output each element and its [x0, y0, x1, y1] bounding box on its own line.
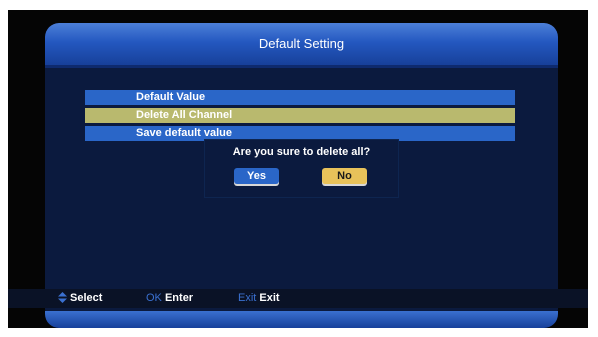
hint-select: Select	[58, 289, 102, 308]
settings-panel: Default Setting Default Value Delete All…	[45, 23, 558, 323]
hint-select-label: Select	[70, 292, 103, 304]
up-down-arrow-icon	[58, 292, 67, 303]
hint-ok-label: Enter	[164, 292, 194, 304]
hint-exit: Exit Exit	[238, 289, 280, 308]
confirm-dialog: Are you sure to delete all? Yes No	[204, 139, 399, 198]
menu-item-delete-all-channel[interactable]: Delete All Channel	[85, 108, 515, 123]
no-button[interactable]: No	[322, 168, 367, 184]
menu-item-default-value[interactable]: Default Value	[85, 90, 515, 105]
yes-button[interactable]: Yes	[234, 168, 279, 184]
hint-ok: OK Enter	[146, 289, 193, 308]
bottom-bar	[45, 311, 558, 328]
footer-hints: Select OK Enter Exit Exit	[8, 289, 588, 308]
hint-exit-label: Exit	[259, 292, 280, 304]
tv-screen: Default Setting Default Value Delete All…	[8, 10, 588, 328]
dialog-message: Are you sure to delete all?	[232, 146, 371, 158]
ok-key-label: OK	[146, 292, 162, 304]
page-title: Default Setting	[258, 36, 345, 51]
exit-key-label: Exit	[238, 292, 257, 304]
